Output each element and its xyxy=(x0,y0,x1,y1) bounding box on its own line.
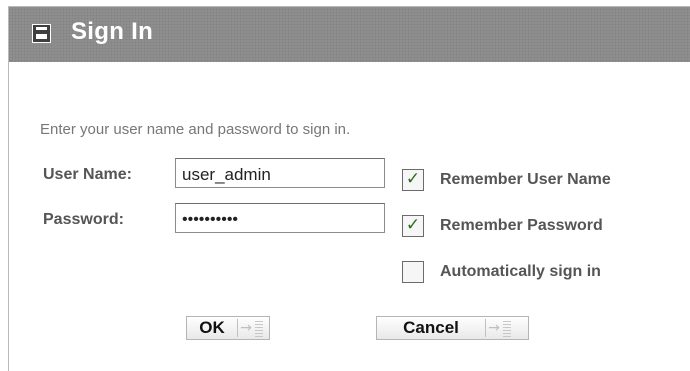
ok-button-label: OK xyxy=(199,318,225,337)
auto-sign-in-checkbox[interactable] xyxy=(402,261,424,283)
checkmark-icon: ✓ xyxy=(405,215,421,235)
button-grip xyxy=(503,319,511,337)
sign-in-dialog: Sign In Enter your user name and passwor… xyxy=(8,6,690,371)
checkmark-icon: ✓ xyxy=(405,169,421,189)
password-label: Password: xyxy=(43,211,124,228)
cancel-button-label: Cancel xyxy=(403,318,459,337)
password-input[interactable] xyxy=(175,203,385,233)
arrow-right-icon: → xyxy=(488,320,500,336)
remember-password-checkbox[interactable]: ✓ xyxy=(402,215,424,237)
arrow-right-icon: → xyxy=(240,320,252,336)
remember-username-checkbox[interactable]: ✓ xyxy=(402,169,424,191)
cancel-button[interactable]: Cancel → xyxy=(376,316,529,340)
window-minimize-icon[interactable] xyxy=(32,24,51,43)
username-label: User Name: xyxy=(43,166,132,183)
remember-username-label: Remember User Name xyxy=(440,171,611,188)
dialog-title: Sign In xyxy=(71,18,154,45)
button-grip xyxy=(255,319,263,337)
remember-password-label: Remember Password xyxy=(440,217,603,234)
title-bar: Sign In xyxy=(9,7,690,62)
auto-sign-in-label: Automatically sign in xyxy=(440,263,601,280)
sign-in-instruction: Enter your user name and password to sig… xyxy=(40,121,351,138)
username-input[interactable] xyxy=(175,158,385,188)
ok-button[interactable]: OK → xyxy=(186,316,270,340)
